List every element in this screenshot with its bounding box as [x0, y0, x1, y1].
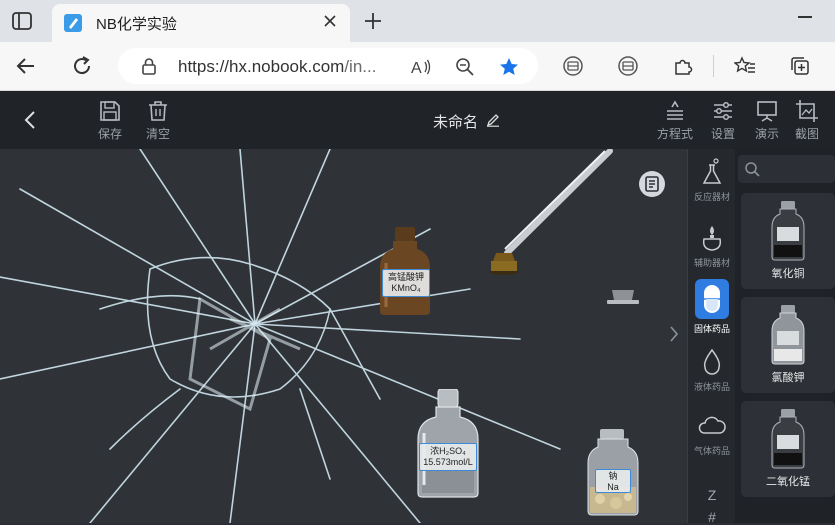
search-icon [745, 162, 760, 177]
bottle-label-line2: 15.573mol/L [423, 457, 473, 467]
category-solid-reagents[interactable]: 固体药品 [688, 279, 736, 335]
bottle-label-line2: Na [607, 482, 619, 492]
potassium-permanganate-bottle[interactable]: 高锰酸钾 KMnO₄ [378, 227, 432, 317]
svg-text:A: A [411, 60, 422, 77]
category-gas-reagents[interactable]: 气体药品 [688, 411, 736, 457]
collections-icon[interactable] [789, 55, 811, 77]
favorites-list-icon[interactable] [734, 55, 756, 77]
screenshot-crop-icon [796, 100, 818, 122]
bottle-label-line1: 钠 [608, 471, 618, 481]
bottle-label-line1: 浓H₂SO₄ [430, 446, 466, 456]
bottle-label-line1: 高锰酸钾 [387, 272, 424, 282]
reagent-list: 氧化铜 氯酸钾 二氧化锰 [735, 149, 835, 523]
screenshot-button[interactable]: 截图 [787, 99, 827, 143]
save-label: 保存 [97, 127, 122, 141]
close-tab-icon[interactable] [322, 13, 338, 29]
reagent-name: 二氧化锰 [766, 476, 810, 488]
bottle-label: 高锰酸钾 KMnO₄ [382, 269, 430, 297]
category-label: 反应器材 [693, 192, 730, 202]
reagent-bottle-icon [771, 201, 805, 261]
tab-title: NB化学实验 [96, 16, 177, 33]
url-field[interactable]: https://hx.nobook.com/in... A [118, 48, 538, 84]
reagent-bottle-icon [771, 305, 805, 365]
document-title[interactable]: 未命名 [433, 111, 478, 132]
alphabet-index-z[interactable]: Z [688, 487, 736, 503]
clear-button[interactable]: 清空 [138, 99, 178, 143]
lock-icon[interactable] [140, 57, 158, 75]
url-rest: /in... [344, 57, 377, 76]
droplet-icon [703, 348, 721, 375]
equation-label: 方程式 [656, 127, 693, 141]
reagent-search-input[interactable] [738, 155, 835, 183]
flask-icon [702, 158, 722, 184]
experiment-canvas[interactable]: 高锰酸钾 KMnO₄ 浓H₂SO₄ 15.573mol/L 钠 Na [0, 149, 687, 523]
back-chevron-icon[interactable] [22, 109, 38, 131]
tab-actions-icon[interactable] [12, 12, 32, 30]
category-label: 气体药品 [693, 446, 730, 456]
reagent-card[interactable]: 氯酸钾 [741, 297, 835, 393]
save-disk-icon [100, 101, 120, 121]
app-toolbar: 保存 清空 未命名 方程式 设置 演示 截图 [0, 91, 835, 149]
presentation-icon [757, 101, 777, 122]
notes-button[interactable] [639, 171, 665, 197]
bottle-label-line2: KMnO₄ [391, 283, 421, 293]
screenshot-label: 截图 [794, 127, 819, 141]
category-sidebar: 反应器材 辅助器材 固体药品 液体药品 气体药品 Z # [687, 149, 736, 525]
category-label: 液体药品 [693, 382, 730, 392]
category-label: 固体药品 [693, 324, 730, 334]
active-category-highlight [695, 279, 729, 319]
reagent-name: 氯酸钾 [771, 372, 805, 384]
browser-address-bar: https://hx.nobook.com/in... A [0, 42, 835, 91]
minimize-window-icon[interactable] [798, 16, 812, 18]
notes-list-icon [645, 176, 659, 192]
extension-icon[interactable] [617, 55, 639, 77]
favorite-star-icon[interactable] [498, 56, 520, 78]
puzzle-extensions-icon[interactable] [672, 55, 694, 77]
extension-icon[interactable] [562, 55, 584, 77]
reagent-card[interactable]: 氧化铜 [741, 193, 835, 289]
browser-tab-bar: NB化学实验 [0, 0, 835, 42]
settings-label: 设置 [710, 127, 735, 141]
reagent-name: 氧化铜 [771, 268, 805, 280]
equation-icon [667, 100, 683, 120]
browser-tab[interactable]: NB化学实验 [52, 4, 350, 42]
bottle-stopper[interactable] [606, 288, 640, 308]
save-button[interactable]: 保存 [90, 99, 130, 143]
category-label: 辅助器材 [693, 258, 730, 268]
new-tab-icon[interactable] [362, 10, 384, 32]
refresh-icon[interactable] [70, 54, 94, 78]
capsule-icon [704, 285, 720, 313]
reagent-card[interactable]: 二氧化锰 [741, 401, 835, 497]
demo-button[interactable]: 演示 [747, 99, 787, 143]
reagent-bottle-icon [771, 409, 805, 469]
burner-icon [702, 226, 722, 251]
bottle-label: 钠 Na [595, 469, 631, 493]
sliders-settings-icon [714, 101, 732, 121]
category-liquid-reagents[interactable]: 液体药品 [688, 347, 736, 393]
read-aloud-icon[interactable]: A [410, 56, 432, 78]
dropper-tool[interactable] [485, 149, 615, 279]
category-auxiliary-equipment[interactable]: 辅助器材 [688, 223, 736, 269]
cloud-icon [698, 416, 726, 434]
category-reaction-equipment[interactable]: 反应器材 [688, 157, 736, 203]
trash-icon [149, 101, 167, 121]
edit-pencil-icon[interactable] [486, 113, 500, 127]
sulfuric-acid-bottle[interactable]: 浓H₂SO₄ 15.573mol/L [416, 388, 480, 499]
url-text: https://hx.nobook.com/in... [178, 57, 376, 77]
toolbar-divider [713, 55, 714, 77]
sodium-bottle[interactable]: 钠 Na [586, 429, 640, 517]
equation-button[interactable]: 方程式 [655, 99, 695, 143]
collapse-panel-chevron-icon[interactable] [668, 325, 680, 343]
settings-button[interactable]: 设置 [703, 99, 743, 143]
nobook-favicon-icon [64, 14, 82, 32]
zoom-icon[interactable] [454, 56, 476, 78]
back-arrow-icon[interactable] [14, 54, 38, 78]
clear-label: 清空 [145, 127, 170, 141]
url-main: https://hx.nobook.com [178, 57, 345, 76]
demo-label: 演示 [754, 127, 779, 141]
bottle-label: 浓H₂SO₄ 15.573mol/L [419, 443, 477, 471]
